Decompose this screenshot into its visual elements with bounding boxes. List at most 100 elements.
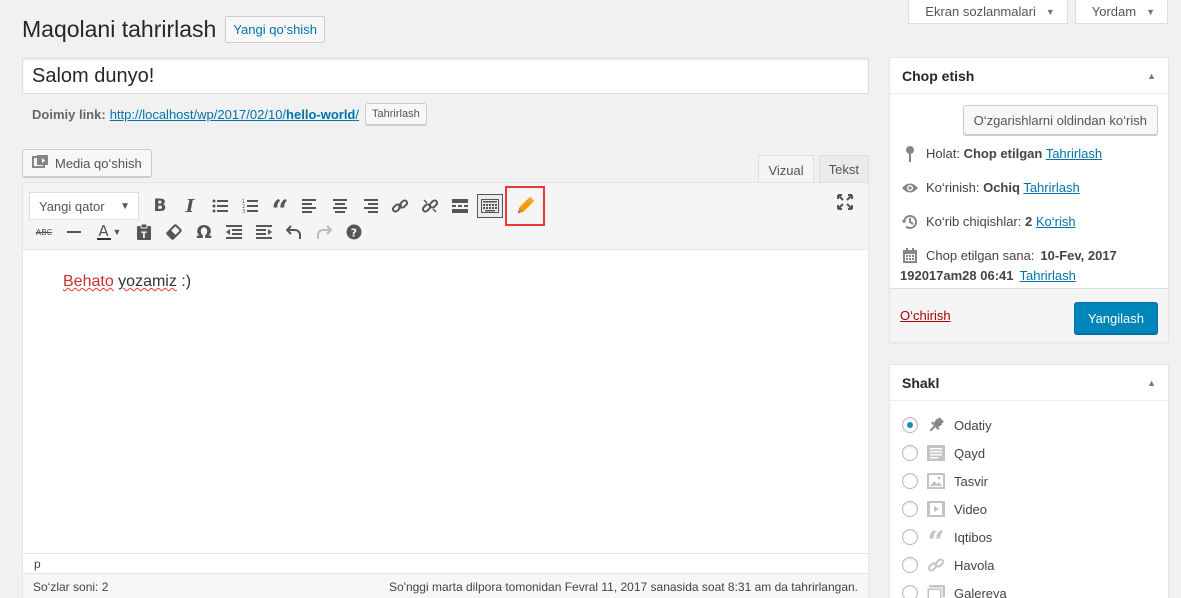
visibility-row: Ko‘rinish: Ochiq Tahrirlash (900, 178, 1080, 198)
gallery-icon (926, 583, 946, 598)
format-option-label: Havola (954, 557, 995, 573)
format-option-label: Galereya (954, 585, 1007, 598)
bold-icon[interactable]: B (145, 192, 175, 220)
calendar-icon (900, 246, 920, 266)
radio-button[interactable] (902, 585, 918, 598)
screen-meta-links: Ekran sozlanmalari ▼ Yordam ▼ (908, 0, 1168, 24)
italic-icon[interactable]: I (175, 192, 205, 220)
format-option-quote[interactable]: “ Iqtibos (902, 523, 1007, 558)
radio-button[interactable] (902, 529, 918, 545)
publish-box-header[interactable]: Chop etish ▲ (890, 58, 1168, 94)
editor-content[interactable]: Behato yozamiz :) (23, 251, 868, 549)
text-color-icon[interactable]: A ▼ (89, 218, 129, 246)
svg-text:T: T (141, 231, 148, 241)
delete-link[interactable]: O‘chirish (900, 308, 951, 323)
format-option-image[interactable]: Tasvir (902, 467, 1007, 495)
fullscreen-icon[interactable] (830, 188, 860, 216)
format-select-value: Yangi qator (39, 198, 105, 214)
blockquote-icon[interactable]: “ (265, 192, 295, 227)
publish-box: Chop etish ▲ O‘zgarishlarni oldindan ko‘… (889, 57, 1169, 343)
svg-text:3: 3 (242, 209, 245, 213)
status-edit-link[interactable]: Tahrirlash (1046, 146, 1102, 161)
read-more-icon[interactable] (445, 192, 475, 220)
editor-tabs: Vizual Tekst (758, 155, 869, 184)
permalink-edit-button[interactable]: Tahrirlash (365, 103, 427, 125)
video-icon (926, 499, 946, 519)
revisions-count: 2 (1025, 214, 1033, 229)
word-count: So‘zlar soni: 2 (33, 579, 109, 594)
collapse-arrow-icon[interactable]: ▲ (1147, 71, 1156, 81)
image-icon (926, 471, 946, 491)
radio-button[interactable] (902, 417, 918, 433)
caret-down-icon: ▼ (120, 200, 130, 212)
format-select[interactable]: Yangi qator ▼ (29, 192, 139, 220)
publish-date-edit-link[interactable]: Tahrirlash (1020, 266, 1076, 286)
revisions-text: Ko‘rib chiqishlar: 2 Ko‘rish (926, 212, 1076, 232)
permalink-link[interactable]: http://localhost/wp/2017/02/10/hello-wor… (110, 107, 359, 122)
help-icon[interactable]: ? (339, 218, 369, 246)
screen-options-button[interactable]: Ekran sozlanmalari ▼ (908, 0, 1068, 24)
format-option-gallery[interactable]: Galereya (902, 579, 1007, 598)
help-label: Yordam (1091, 4, 1137, 19)
tab-visual[interactable]: Vizual (758, 155, 814, 184)
revisions-row: Ko‘rib chiqishlar: 2 Ko‘rish (900, 212, 1076, 232)
format-option-aside[interactable]: Qayd (902, 439, 1007, 467)
post-title-input[interactable]: Salom dunyo! (22, 58, 869, 94)
undo-icon[interactable] (279, 218, 309, 246)
horizontal-line-icon[interactable] (59, 218, 89, 246)
special-character-icon[interactable]: Ω (189, 218, 219, 246)
collapse-arrow-icon[interactable]: ▲ (1147, 378, 1156, 388)
numbered-list-icon[interactable]: 123 (235, 192, 265, 220)
format-option-label: Qayd (954, 445, 986, 461)
align-right-icon[interactable] (355, 192, 385, 220)
editor: Yangi qator ▼ B I 123 “ ABC A ▼ T Ω ? Be… (22, 182, 869, 598)
radio-button[interactable] (902, 445, 918, 461)
radio-button[interactable] (902, 501, 918, 517)
visibility-text: Ko‘rinish: Ochiq Tahrirlash (926, 178, 1080, 198)
align-left-icon[interactable] (295, 192, 325, 220)
insert-link-icon[interactable] (385, 192, 415, 220)
caret-down-icon: ▼ (1146, 6, 1155, 17)
eye-icon (900, 178, 920, 198)
aside-icon (926, 443, 946, 463)
post-title-value: Salom dunyo! (32, 64, 155, 87)
radio-button[interactable] (902, 557, 918, 573)
radio-button[interactable] (902, 473, 918, 489)
format-option-video[interactable]: Video (902, 495, 1007, 523)
strikethrough-icon[interactable]: ABC (29, 218, 59, 246)
preview-changes-button[interactable]: O‘zgarishlarni oldindan ko‘rish (962, 105, 1158, 135)
format-box-title: Shakl (902, 374, 940, 391)
format-option-label: Odatiy (954, 417, 992, 433)
publish-box-title: Chop etish (902, 67, 975, 84)
format-list: Odatiy Qayd Tasvir Video “ Iqtibos Havol… (902, 411, 1007, 598)
status-row: Holat: Chop etilgan Tahrirlash (900, 144, 1102, 164)
format-option-standard[interactable]: Odatiy (902, 411, 1007, 439)
toolbar-toggle-icon[interactable] (477, 194, 503, 218)
publish-actions: O‘chirish Yangilash (890, 288, 1168, 342)
visibility-edit-link[interactable]: Tahrirlash (1023, 180, 1079, 195)
tab-text[interactable]: Tekst (818, 155, 869, 183)
revisions-browse-link[interactable]: Ko‘rish (1036, 214, 1076, 229)
redo-icon[interactable] (309, 218, 339, 246)
help-button[interactable]: Yordam ▼ (1074, 0, 1168, 24)
pencil-icon[interactable] (505, 186, 545, 226)
editor-status-bar: So‘zlar soni: 2 So'nggi marta dilpora to… (23, 573, 868, 598)
add-new-button[interactable]: Yangi qo‘shish (225, 16, 325, 43)
paste-as-text-icon[interactable]: T (129, 218, 159, 246)
indent-icon[interactable] (249, 218, 279, 246)
clear-formatting-icon[interactable] (159, 218, 189, 246)
status-label: Holat: (926, 146, 960, 161)
outdent-icon[interactable] (219, 218, 249, 246)
align-center-icon[interactable] (325, 192, 355, 220)
add-media-button[interactable]: Media qo‘shish (22, 149, 152, 177)
publish-date-row-2: 192017am28 06:41 Tahrirlash (900, 266, 1076, 286)
svg-text:?: ? (351, 227, 357, 240)
permalink-url-end: / (355, 106, 360, 122)
update-button[interactable]: Yangilash (1073, 302, 1158, 334)
format-box: Shakl ▲ Odatiy Qayd Tasvir Video “ Iqtib… (889, 364, 1169, 598)
remove-link-icon[interactable] (415, 192, 445, 220)
format-option-link[interactable]: Havola (902, 551, 1007, 579)
misspelled-word: Behato (63, 273, 114, 290)
format-box-header[interactable]: Shakl ▲ (890, 365, 1168, 401)
bulleted-list-icon[interactable] (205, 192, 235, 220)
